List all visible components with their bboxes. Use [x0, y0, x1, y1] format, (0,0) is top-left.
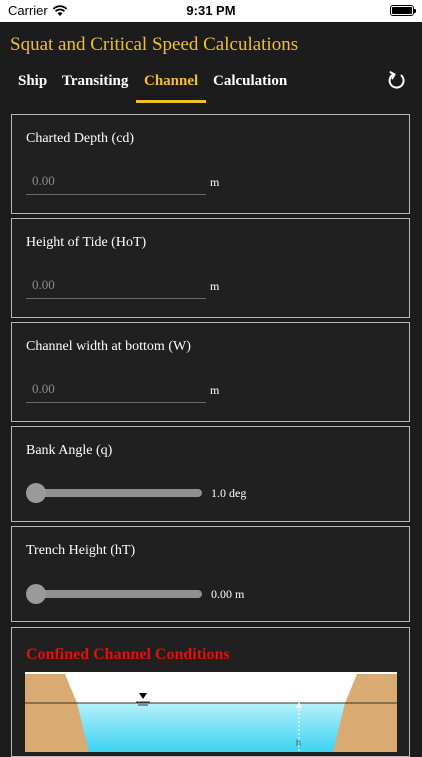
channel-width-label: Channel width at bottom (W): [26, 339, 191, 354]
charted-depth-card: Charted Depth (cd) m: [11, 114, 410, 214]
charted-depth-label: Charted Depth (cd): [26, 131, 135, 146]
battery-icon: [390, 5, 416, 16]
bank-angle-value: 1.0 deg: [211, 486, 247, 500]
bank-angle-slider[interactable]: [36, 489, 202, 497]
tab-transiting[interactable]: Transiting: [62, 73, 128, 100]
height-of-tide-unit: m: [210, 279, 220, 293]
channel-cross-section-diagram: h: [25, 672, 397, 752]
trench-height-slider-thumb[interactable]: [26, 584, 46, 604]
trench-height-label: Trench Height (hT): [26, 543, 136, 558]
tab-bar: Ship Transiting Channel Calculation: [0, 64, 422, 104]
height-of-tide-input[interactable]: [26, 271, 206, 299]
channel-width-input[interactable]: [26, 375, 206, 403]
status-bar: Carrier 9:31 PM: [0, 0, 422, 22]
height-of-tide-label: Height of Tide (HoT): [26, 235, 147, 250]
charted-depth-input[interactable]: [26, 167, 206, 195]
tab-calculation[interactable]: Calculation: [213, 73, 287, 100]
height-of-tide-card: Height of Tide (HoT) m: [11, 218, 410, 318]
channel-width-unit: m: [210, 383, 220, 397]
app-title: Squat and Critical Speed Calculations: [10, 34, 299, 55]
bank-angle-label: Bank Angle (q): [26, 443, 113, 458]
trench-height-card: Trench Height (hT) 0.00 m: [11, 526, 410, 622]
confined-channel-card: Confined Channel Conditions h: [11, 627, 410, 757]
tab-ship[interactable]: Ship: [18, 73, 47, 100]
trench-height-value: 0.00 m: [211, 587, 245, 601]
clock: 9:31 PM: [186, 3, 236, 18]
depth-h-label: h: [296, 738, 301, 748]
bank-angle-card: Bank Angle (q) 1.0 deg: [11, 426, 410, 522]
confined-channel-title: Confined Channel Conditions: [26, 646, 230, 663]
tab-channel[interactable]: Channel: [136, 73, 207, 103]
bank-angle-slider-thumb[interactable]: [26, 483, 46, 503]
channel-width-card: Channel width at bottom (W) m: [11, 322, 410, 422]
refresh-icon[interactable]: [386, 70, 408, 92]
charted-depth-unit: m: [210, 175, 220, 189]
trench-height-slider[interactable]: [36, 590, 202, 598]
